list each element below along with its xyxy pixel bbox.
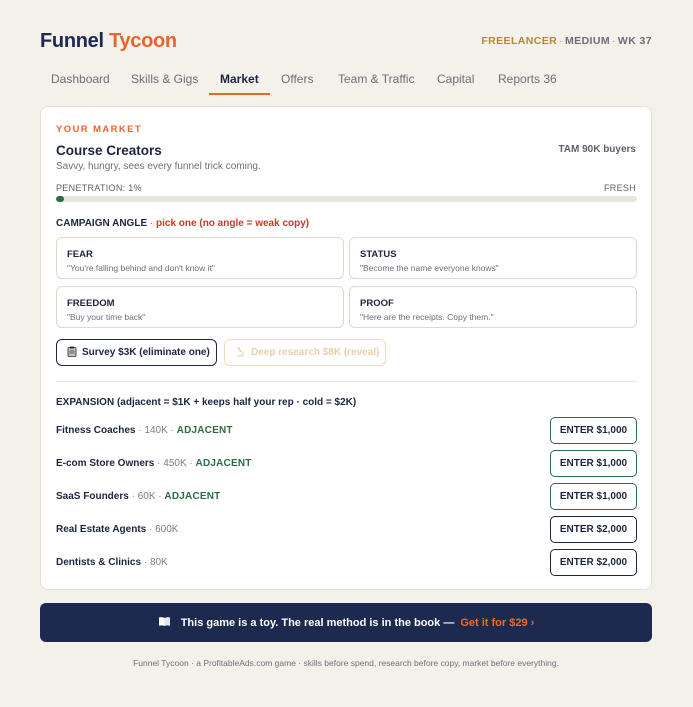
- expansion-row-ecom-store-owners: E-com Store Owners · 450K · ADJACENT ENT…: [56, 450, 637, 477]
- market-size: 600K: [155, 524, 179, 535]
- expansion-market-label: E-com Store Owners · 450K · ADJACENT: [56, 458, 252, 469]
- angle-quote: "Buy your time back": [67, 312, 146, 322]
- separator: ·: [158, 491, 162, 502]
- campaign-angle-heading: CAMPAIGN ANGLE: [56, 218, 148, 229]
- market-size: 80K: [149, 557, 168, 568]
- expansion-market-label: SaaS Founders · 60K · ADJACENT: [56, 491, 220, 502]
- tab-team-traffic[interactable]: Team & Traffic: [327, 64, 425, 95]
- penetration-bar: [56, 196, 637, 202]
- market-name: Real Estate Agents: [56, 524, 147, 535]
- separator: ·: [189, 458, 193, 469]
- game-status: FREELANCER · MEDIUM · WK 37: [481, 35, 652, 47]
- expansion-row-dentists-clinics: Dentists & Clinics · 80K ENTER $2,000: [56, 549, 637, 576]
- separator: ·: [157, 458, 161, 469]
- tab-offers[interactable]: Offers: [270, 64, 324, 95]
- angle-quote: "Here are the receipts. Copy them.": [360, 312, 494, 322]
- expansion-row-fitness-coaches: Fitness Coaches · 140K · ADJACENT ENTER …: [56, 417, 637, 444]
- campaign-angle-hint: pick one (no angle = weak copy): [156, 218, 310, 229]
- tab-dashboard[interactable]: Dashboard: [40, 64, 121, 95]
- expansion-title: EXPANSION (adjacent = $1K + keeps half y…: [56, 397, 357, 408]
- adjacent-tag: ADJACENT: [176, 425, 233, 436]
- tab-market[interactable]: Market: [209, 64, 270, 95]
- angle-option-freedom[interactable]: FREEDOM "Buy your time back": [56, 286, 344, 328]
- market-name: Dentists & Clinics: [56, 557, 142, 568]
- logo: Funnel Tycoon: [40, 30, 177, 53]
- expansion-market-label: Dentists & Clinics · 80K: [56, 557, 168, 568]
- buy-book-link[interactable]: Get it for $29 ›: [460, 617, 534, 629]
- market-card: YOUR MARKET Course Creators Savvy, hungr…: [40, 106, 652, 590]
- separator: ·: [131, 491, 135, 502]
- footer-text: Funnel Tycoon · a ProfitableAds.com game…: [133, 658, 559, 668]
- expansion-market-label: Real Estate Agents · 600K: [56, 524, 178, 535]
- angle-quote: "Become the name everyone knows": [360, 263, 499, 273]
- angle-title: FEAR: [67, 249, 93, 260]
- enter-market-button[interactable]: ENTER $1,000: [550, 450, 637, 477]
- book-icon: [158, 616, 171, 630]
- freshness-label: FRESH: [603, 183, 636, 193]
- penetration-label: PENETRATION: 1%: [56, 183, 142, 193]
- separator: ·: [149, 218, 154, 229]
- penetration-bar-fill: [56, 196, 64, 202]
- adjacent-tag: ADJACENT: [164, 491, 221, 502]
- enter-market-button[interactable]: ENTER $1,000: [550, 417, 637, 444]
- angle-title: FREEDOM: [67, 298, 115, 309]
- market-description: Savvy, hungry, sees every funnel trick c…: [56, 161, 261, 172]
- clipboard-icon: [67, 346, 77, 360]
- market-size: 60K: [137, 491, 156, 502]
- angle-option-proof[interactable]: PROOF "Here are the receipts. Copy them.…: [349, 286, 637, 328]
- market-name: Fitness Coaches: [56, 425, 136, 436]
- logo-part-1: Funnel: [40, 30, 104, 52]
- tab-capital[interactable]: Capital: [426, 64, 485, 95]
- market-size: 140K: [144, 425, 168, 436]
- deep-research-button: Deep research $8K (reveal): [224, 339, 386, 366]
- angle-option-fear[interactable]: FEAR "You're falling behind and don't kn…: [56, 237, 344, 279]
- enter-market-button[interactable]: ENTER $1,000: [550, 483, 637, 510]
- survey-button[interactable]: Survey $3K (eliminate one): [56, 339, 217, 366]
- separator: ·: [143, 557, 148, 568]
- market-name: E-com Store Owners: [56, 458, 155, 469]
- tab-skills-gigs[interactable]: Skills & Gigs: [120, 64, 209, 95]
- angle-title: STATUS: [360, 249, 397, 260]
- expansion-row-real-estate-agents: Real Estate Agents · 600K ENTER $2,000: [56, 516, 637, 543]
- market-size: 450K: [163, 458, 187, 469]
- angle-title: PROOF: [360, 298, 394, 309]
- separator: ·: [559, 35, 564, 47]
- difficulty-label: MEDIUM: [565, 35, 610, 47]
- expansion-market-label: Fitness Coaches · 140K · ADJACENT: [56, 425, 233, 436]
- role-label: FREELANCER: [481, 35, 558, 47]
- header: Funnel Tycoon FREELANCER · MEDIUM · WK 37: [40, 30, 652, 54]
- separator: ·: [138, 425, 142, 436]
- book-promo-banner: This game is a toy. The real method is i…: [40, 603, 652, 642]
- deep-research-button-label: Deep research $8K (reveal): [251, 347, 380, 358]
- campaign-angle-title: CAMPAIGN ANGLE · pick one (no angle = we…: [56, 218, 309, 229]
- tam-label: TAM 90K buyers: [558, 144, 636, 155]
- enter-market-button[interactable]: ENTER $2,000: [550, 549, 637, 576]
- angle-quote: "You're falling behind and don't know it…: [67, 263, 215, 273]
- divider: [56, 381, 637, 382]
- tab-reports[interactable]: Reports 36: [487, 64, 568, 95]
- section-kicker: YOUR MARKET: [56, 124, 143, 135]
- week-label: WK 37: [617, 35, 652, 47]
- logo-part-2: Tycoon: [109, 30, 177, 52]
- market-name: SaaS Founders: [56, 491, 129, 502]
- microscope-icon: [235, 346, 246, 360]
- tab-bar: Dashboard Skills & Gigs Market Offers Te…: [40, 64, 652, 96]
- survey-button-label: Survey $3K (eliminate one): [82, 347, 210, 358]
- expansion-row-saas-founders: SaaS Founders · 60K · ADJACENT ENTER $1,…: [56, 483, 637, 510]
- separator: ·: [149, 524, 153, 535]
- enter-market-button[interactable]: ENTER $2,000: [550, 516, 637, 543]
- market-name: Course Creators: [56, 143, 162, 158]
- separator: ·: [612, 35, 616, 47]
- adjacent-tag: ADJACENT: [195, 458, 252, 469]
- angle-option-status[interactable]: STATUS "Become the name everyone knows": [349, 237, 637, 279]
- banner-text: This game is a toy. The real method is i…: [180, 616, 455, 629]
- separator: ·: [170, 425, 174, 436]
